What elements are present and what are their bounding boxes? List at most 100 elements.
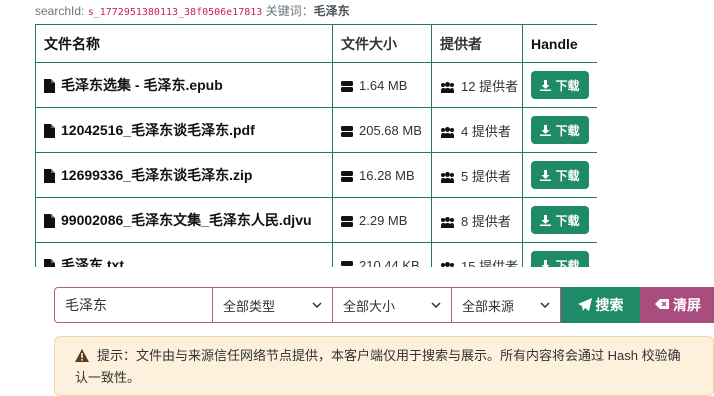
download-label: 下载 [555,122,579,139]
handle-cell: 下载 [523,63,598,108]
file-name-cell: 99002086_毛泽东文集_毛泽东人民.djvu [36,198,333,243]
download-label: 下载 [555,167,579,184]
file-size-cell: 1.64 MB [333,63,432,108]
search-meta: searchId: s_1772951380113_38f0506e17813 … [35,2,350,18]
download-label: 下载 [555,257,579,268]
handle-cell: 下载 [523,198,598,243]
chevron-down-icon [431,302,441,308]
warning-icon [75,349,89,362]
download-icon [540,260,551,268]
provider-count: 8 提供者 [461,214,511,229]
results-table: 文件名称 文件大小 提供者 Handle 毛泽东选集 - 毛泽东.epub 1.… [35,24,597,267]
download-label: 下载 [555,77,579,94]
download-icon [540,80,551,91]
file-icon [44,79,55,93]
handle-cell: 下载 [523,108,598,153]
notice-text: 提示：文件由与来源信任网络节点提供，本客户端仅用于搜索与展示。所有内容将会通过 … [75,348,681,385]
file-name: 12699336_毛泽东谈毛泽东.zip [61,167,252,183]
hard-drive-icon [341,261,353,267]
download-button[interactable]: 下载 [531,161,589,189]
file-name-cell: 毛泽东.txt [36,243,333,268]
file-size: 16.28 MB [359,168,415,183]
users-icon [440,172,455,183]
download-icon [540,125,551,136]
download-button[interactable]: 下载 [531,206,589,234]
file-icon [44,124,55,138]
file-icon [44,259,55,267]
file-icon [44,214,55,228]
download-icon [540,215,551,226]
file-name-cell: 12042516_毛泽东谈毛泽东.pdf [36,108,333,153]
clear-button[interactable]: 清屏 [640,287,714,323]
table-row: 毛泽东选集 - 毛泽东.epub 1.64 MB 12 提供者 下载 [36,63,598,108]
col-header-size: 文件大小 [333,25,432,63]
hard-drive-icon [341,126,353,137]
paper-plane-icon [578,298,592,312]
col-header-handle: Handle [523,25,598,63]
hard-drive-icon [341,81,353,92]
search-button[interactable]: 搜索 [561,287,640,323]
type-select[interactable]: 全部类型 [213,287,333,323]
hard-drive-icon [341,216,353,227]
file-size-cell: 2.29 MB [333,198,432,243]
file-name: 毛泽东选集 - 毛泽东.epub [61,77,223,93]
keyword-label: 关键词： [266,4,314,18]
file-size: 210.44 KB [359,258,420,268]
size-select[interactable]: 全部大小 [333,287,452,323]
users-icon [440,262,455,267]
file-icon [44,169,55,183]
search-id-label: searchId: [35,4,84,18]
clear-button-label: 清屏 [673,295,701,315]
table-row: 毛泽东.txt 210.44 KB 15 提供者 下载 [36,243,598,268]
col-header-name: 文件名称 [36,25,333,63]
size-select-value: 全部大小 [343,296,395,315]
source-select-value: 全部来源 [462,296,514,315]
table-row: 12699336_毛泽东谈毛泽东.zip 16.28 MB 5 提供者 下载 [36,153,598,198]
provider-count: 5 提供者 [461,169,511,184]
type-select-value: 全部类型 [223,296,275,315]
providers-cell: 8 提供者 [432,198,523,243]
users-icon [440,217,455,228]
hard-drive-icon [341,171,353,182]
file-size-cell: 210.44 KB [333,243,432,268]
download-label: 下载 [555,212,579,229]
filter-panel: 毛泽东 全部类型 全部大小 全部来源 搜索 清屏 提示：文件由与来源信任网络节点… [0,268,714,388]
download-button[interactable]: 下载 [531,251,589,267]
handle-cell: 下载 [523,153,598,198]
eraser-icon [655,299,669,311]
notice-banner: 提示：文件由与来源信任网络节点提供，本客户端仅用于搜索与展示。所有内容将会通过 … [54,336,714,396]
providers-cell: 15 提供者 [432,243,523,268]
search-input[interactable]: 毛泽东 [54,287,213,323]
file-name-cell: 毛泽东选集 - 毛泽东.epub [36,63,333,108]
search-id-value: s_1772951380113_38f0506e17813 [88,7,263,18]
file-size-cell: 16.28 MB [333,153,432,198]
table-header-row: 文件名称 文件大小 提供者 Handle [36,25,598,63]
providers-cell: 5 提供者 [432,153,523,198]
download-button[interactable]: 下载 [531,71,589,99]
providers-cell: 12 提供者 [432,63,523,108]
table-row: 99002086_毛泽东文集_毛泽东人民.djvu 2.29 MB 8 提供者 … [36,198,598,243]
download-button[interactable]: 下载 [531,116,589,144]
search-bar: 毛泽东 全部类型 全部大小 全部来源 搜索 清屏 [54,287,714,323]
handle-cell: 下载 [523,243,598,268]
col-header-provider: 提供者 [432,25,523,63]
file-size: 2.29 MB [359,213,407,228]
file-name: 毛泽东.txt [61,257,124,267]
provider-count: 4 提供者 [461,124,511,139]
file-name: 12042516_毛泽东谈毛泽东.pdf [61,122,255,138]
search-button-label: 搜索 [596,295,624,315]
users-icon [440,127,455,138]
users-icon [440,82,455,93]
provider-count: 12 提供者 [461,79,518,94]
table-row: 12042516_毛泽东谈毛泽东.pdf 205.68 MB 4 提供者 下载 [36,108,598,153]
file-name-cell: 12699336_毛泽东谈毛泽东.zip [36,153,333,198]
file-name: 99002086_毛泽东文集_毛泽东人民.djvu [61,212,312,228]
file-size: 205.68 MB [359,123,422,138]
chevron-down-icon [540,302,550,308]
provider-count: 15 提供者 [461,259,518,268]
download-icon [540,170,551,181]
chevron-down-icon [312,302,322,308]
keyword-value: 毛泽东 [314,4,350,18]
source-select[interactable]: 全部来源 [452,287,561,323]
file-size: 1.64 MB [359,78,407,93]
